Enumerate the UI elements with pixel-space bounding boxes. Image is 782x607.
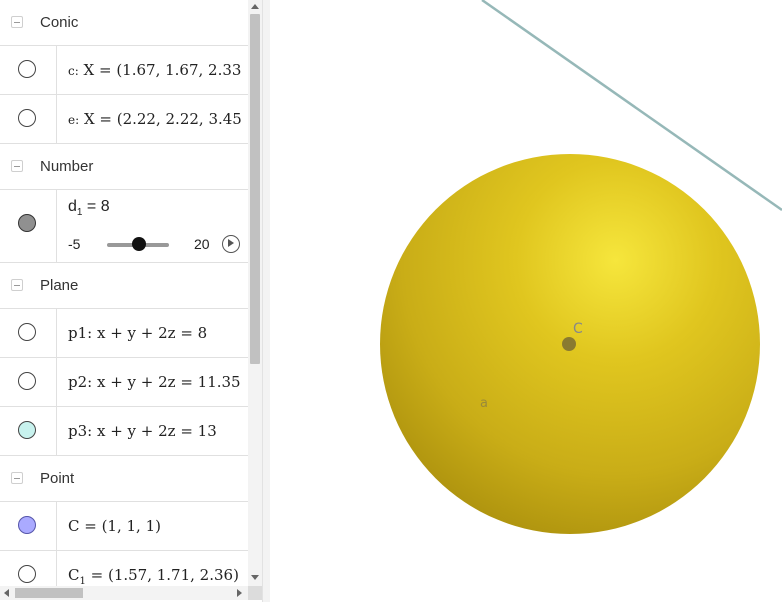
slider-max-label: 20 — [194, 236, 210, 252]
visibility-circle-icon[interactable] — [18, 214, 36, 232]
play-icon[interactable] — [222, 235, 240, 253]
scroll-down-arrow-icon[interactable] — [251, 575, 259, 580]
visibility-toggle[interactable] — [0, 358, 57, 406]
graphics-canvas[interactable]: C a — [270, 0, 782, 602]
visibility-toggle[interactable] — [0, 551, 57, 586]
visibility-toggle[interactable] — [0, 95, 57, 143]
algebra-expression[interactable]: C1 = (1.57, 1.71, 2.36) — [68, 566, 239, 586]
visibility-toggle[interactable] — [0, 502, 57, 550]
horizontal-scroll-thumb[interactable] — [15, 588, 83, 598]
graphics-3d-view[interactable]: C a — [270, 0, 782, 602]
object-name: e: — [68, 113, 80, 127]
group-label: Conic — [40, 14, 79, 31]
visibility-circle-icon[interactable] — [18, 565, 36, 583]
algebra-expression[interactable]: p2: x + y + 2z = 11.35 — [68, 373, 241, 391]
algebra-item-p1[interactable]: p1: x + y + 2z = 8 — [0, 309, 248, 358]
group-header-point[interactable]: Point — [0, 456, 248, 502]
group-header-number[interactable]: Number — [0, 144, 248, 190]
group-label: Number — [40, 158, 94, 175]
algebra-expression[interactable]: p1: x + y + 2z = 8 — [68, 324, 207, 342]
vertical-scroll-thumb[interactable] — [250, 14, 260, 364]
algebra-expression[interactable]: C = (1, 1, 1) — [68, 517, 161, 535]
algebra-item-p2[interactable]: p2: x + y + 2z = 11.35 — [0, 358, 248, 407]
algebra-item-d1-slider[interactable]: d1 = 8 -5 20 — [0, 190, 248, 263]
visibility-circle-icon[interactable] — [18, 109, 36, 127]
scroll-left-arrow-icon[interactable] — [4, 589, 9, 597]
expression-text: X = (1.67, 1.67, 2.33 — [83, 61, 242, 79]
visibility-toggle[interactable] — [0, 407, 57, 455]
point-C[interactable] — [562, 337, 576, 351]
slider-subscript: 1 — [76, 207, 83, 219]
visibility-toggle[interactable] — [0, 309, 57, 357]
visibility-circle-icon[interactable] — [18, 60, 36, 78]
group-label: Plane — [40, 277, 79, 294]
algebra-item-p3[interactable]: p3: x + y + 2z = 13 — [0, 407, 248, 456]
slider-min-label: -5 — [68, 236, 81, 252]
object-name: c: — [68, 64, 79, 78]
visibility-circle-icon[interactable] — [18, 421, 36, 439]
collapse-icon[interactable] — [11, 160, 23, 172]
scroll-right-arrow-icon[interactable] — [237, 589, 242, 597]
collapse-icon[interactable] — [11, 472, 23, 484]
object-name: C — [68, 566, 80, 584]
visibility-toggle[interactable] — [0, 190, 57, 262]
sphere-label-a: a — [480, 396, 488, 411]
visibility-circle-icon[interactable] — [18, 516, 36, 534]
algebra-item-e[interactable]: e: X = (2.22, 2.22, 3.45 — [0, 95, 248, 144]
algebra-expression[interactable]: p3: x + y + 2z = 13 — [68, 422, 217, 440]
expression-text: = (1.57, 1.71, 2.36) — [85, 566, 239, 584]
visibility-circle-icon[interactable] — [18, 372, 36, 390]
scroll-up-arrow-icon[interactable] — [251, 4, 259, 9]
algebra-expression[interactable]: c: X = (1.67, 1.67, 2.33 — [68, 61, 241, 79]
algebra-item-C1[interactable]: C1 = (1.57, 1.71, 2.36) — [0, 551, 248, 586]
slider-knob[interactable] — [132, 237, 147, 251]
collapse-icon[interactable] — [11, 16, 23, 28]
collapse-icon[interactable] — [11, 279, 23, 291]
group-label: Point — [40, 470, 75, 487]
algebra-item-C[interactable]: C = (1, 1, 1) — [0, 502, 248, 551]
algebra-item-c[interactable]: c: X = (1.67, 1.67, 2.33 — [0, 46, 248, 95]
slider-expression[interactable]: d1 = 8 — [68, 198, 110, 218]
point-label-C: C — [573, 321, 583, 337]
algebra-view: Conic c: X = (1.67, 1.67, 2.33 e: X = (2… — [0, 0, 248, 586]
visibility-toggle[interactable] — [0, 46, 57, 94]
expression-text: X = (2.22, 2.22, 3.45 — [83, 110, 242, 128]
algebra-expression[interactable]: e: X = (2.22, 2.22, 3.45 — [68, 110, 242, 128]
group-header-plane[interactable]: Plane — [0, 263, 248, 309]
slider-name: d — [68, 198, 77, 215]
scroll-corner — [248, 586, 262, 600]
group-header-conic[interactable]: Conic — [0, 0, 248, 46]
visibility-circle-icon[interactable] — [18, 323, 36, 341]
slider-value: = 8 — [86, 198, 110, 215]
